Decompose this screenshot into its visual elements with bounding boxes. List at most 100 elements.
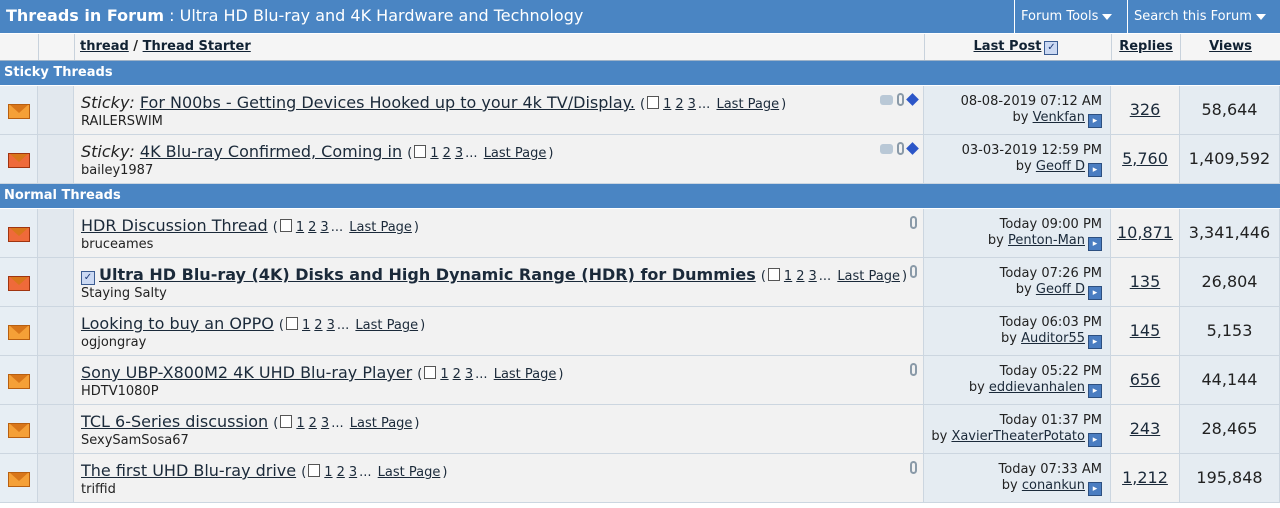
page-link-1[interactable]: 1 <box>430 146 438 161</box>
page-link-1[interactable]: 1 <box>296 220 304 235</box>
go-to-last-post-icon[interactable]: ▸ <box>1088 335 1102 349</box>
go-to-last-post-icon[interactable]: ▸ <box>1088 433 1102 447</box>
page-link-1[interactable]: 1 <box>663 97 671 112</box>
sort-views-link[interactable]: Views <box>1209 39 1252 54</box>
thread-icon-cell: ➜ <box>38 258 101 306</box>
thread-title-link[interactable]: Sony UBP-X800M2 4K UHD Blu-ray Player <box>81 363 412 382</box>
go-to-last-post-icon[interactable]: ▸ <box>1088 286 1102 300</box>
page-link-3[interactable]: 3 <box>327 318 335 333</box>
go-to-last-post-icon[interactable]: ▸ <box>1088 384 1102 398</box>
page-link-2[interactable]: 2 <box>309 416 317 431</box>
replies-count-link[interactable]: 243 <box>1130 419 1161 438</box>
last-post-user-link[interactable]: Geoff D <box>1036 159 1085 174</box>
last-post-time: 12:59 PM <box>1041 143 1102 158</box>
thread-title-link[interactable]: The first UHD Blu-ray drive <box>81 461 296 480</box>
last-post-user-link[interactable]: Venkfan <box>1033 110 1085 125</box>
page-link-2[interactable]: 2 <box>314 318 322 333</box>
last-page-link[interactable]: Last Page <box>716 97 779 112</box>
page-link-3[interactable]: 3 <box>321 416 329 431</box>
sort-desc-icon[interactable]: ✓ <box>1044 41 1059 55</box>
go-to-last-post-icon[interactable]: ▸ <box>1088 482 1102 496</box>
page-link-2[interactable]: 2 <box>675 97 683 112</box>
last-page-link[interactable]: Last Page <box>494 367 557 382</box>
thread-title-link[interactable]: 4K Blu-ray Confirmed, Coming in <box>140 142 402 161</box>
thread-title-link[interactable]: TCL 6-Series discussion <box>81 412 268 431</box>
page-link-2[interactable]: 2 <box>443 146 451 161</box>
sort-thread-link[interactable]: thread <box>80 39 129 54</box>
hot-envelope-icon <box>8 276 30 291</box>
last-post-user-link[interactable]: conankun <box>1022 478 1085 493</box>
last-post-user-link[interactable]: Auditor55 <box>1021 331 1085 346</box>
page-link-3[interactable]: 3 <box>465 367 473 382</box>
page-link-3[interactable]: 3 <box>349 465 357 480</box>
sort-thread-starter-link[interactable]: Thread Starter <box>143 39 251 54</box>
replies-count-link[interactable]: 135 <box>1130 272 1161 291</box>
last-page-link[interactable]: Last Page <box>349 220 412 235</box>
thread-pager: (1 2 3... Last Page) <box>301 464 448 480</box>
page-link-1[interactable]: 1 <box>296 416 304 431</box>
replies-count-link[interactable]: 10,871 <box>1117 223 1173 242</box>
thread-title-link[interactable]: For N00bs - Getting Devices Hooked up to… <box>140 93 635 112</box>
last-post-user-link[interactable]: eddievanhalen <box>989 380 1085 395</box>
page-link-1[interactable]: 1 <box>302 318 310 333</box>
thread-title-link[interactable]: Looking to buy an OPPO <box>81 314 274 333</box>
page-link-1[interactable]: 1 <box>324 465 332 480</box>
search-forum-menu[interactable]: Search this Forum <box>1127 0 1280 33</box>
page-link-3[interactable]: 3 <box>688 97 696 112</box>
thread-starter[interactable]: triffid <box>81 482 116 497</box>
last-page-link[interactable]: Last Page <box>355 318 418 333</box>
paperclip-icon <box>910 363 917 376</box>
last-post-user-link[interactable]: Geoff D <box>1036 282 1085 297</box>
page-link-3[interactable]: 3 <box>455 146 463 161</box>
go-to-last-post-icon[interactable]: ▸ <box>1088 237 1102 251</box>
replies-count-link[interactable]: 656 <box>1130 370 1161 389</box>
last-post-user-link[interactable]: XavierTheaterPotato <box>951 429 1085 444</box>
last-post-author: by conankun ▸ <box>1002 478 1102 496</box>
last-page-link[interactable]: Last Page <box>837 269 900 284</box>
forum-header: Threads in Forum : Ultra HD Blu-ray and … <box>0 0 1280 33</box>
thread-starter[interactable]: HDTV1080P <box>81 384 159 399</box>
column-replies: Replies <box>1111 34 1180 60</box>
go-to-last-post-icon[interactable]: ▸ <box>1088 163 1102 177</box>
replies-count-link[interactable]: 145 <box>1130 321 1161 340</box>
forum-tools-menu[interactable]: Forum Tools <box>1014 0 1127 33</box>
thread-marks <box>876 141 919 156</box>
multipage-icon <box>647 96 660 109</box>
page-link-2[interactable]: 2 <box>337 465 345 480</box>
thread-status-cell <box>0 454 38 502</box>
views-count: 195,848 <box>1196 468 1263 487</box>
go-to-last-post-icon[interactable]: ▸ <box>1088 114 1102 128</box>
sort-replies-link[interactable]: Replies <box>1119 39 1173 54</box>
sticky-prefix: Sticky: <box>81 93 135 112</box>
views-count: 3,341,446 <box>1188 223 1271 242</box>
last-page-link[interactable]: Last Page <box>484 146 547 161</box>
thread-title-link[interactable]: HDR Discussion Thread <box>81 216 268 235</box>
last-page-link[interactable]: Last Page <box>350 416 413 431</box>
page-link-1[interactable]: 1 <box>784 269 792 284</box>
thread-starter[interactable]: Staying Salty <box>81 286 167 301</box>
thread-starter[interactable]: RAILERSWIM <box>81 114 163 129</box>
sort-last-post-link[interactable]: Last Post <box>974 39 1042 54</box>
page-link-3[interactable]: 3 <box>320 220 328 235</box>
page-link-2[interactable]: 2 <box>308 220 316 235</box>
pager-ellipsis: ... <box>465 146 478 161</box>
thread-starter[interactable]: bailey1987 <box>81 163 153 178</box>
last-page-link[interactable]: Last Page <box>378 465 441 480</box>
page-link-1[interactable]: 1 <box>440 367 448 382</box>
thread-title-cell: HDR Discussion Thread (1 2 3... Last Page)… <box>74 209 924 257</box>
replies-count-link[interactable]: 326 <box>1130 100 1161 119</box>
thread-title-link[interactable]: Ultra HD Blu-ray (4K) Disks and High Dyn… <box>99 265 756 284</box>
thread-starter[interactable]: SexySamSosa67 <box>81 433 189 448</box>
replies-count-link[interactable]: 5,760 <box>1122 149 1168 168</box>
page-link-3[interactable]: 3 <box>808 269 816 284</box>
replies-cell: 656 <box>1111 356 1180 404</box>
page-link-2[interactable]: 2 <box>796 269 804 284</box>
thread-status-cell <box>0 86 38 134</box>
page-link-2[interactable]: 2 <box>453 367 461 382</box>
last-post-user-link[interactable]: Penton-Man <box>1008 233 1085 248</box>
thread-starter[interactable]: ogjongray <box>81 335 146 350</box>
replies-count-link[interactable]: 1,212 <box>1122 468 1168 487</box>
pager-ellipsis: ... <box>475 367 488 382</box>
multipage-icon <box>424 366 437 379</box>
thread-starter[interactable]: bruceames <box>81 237 153 252</box>
